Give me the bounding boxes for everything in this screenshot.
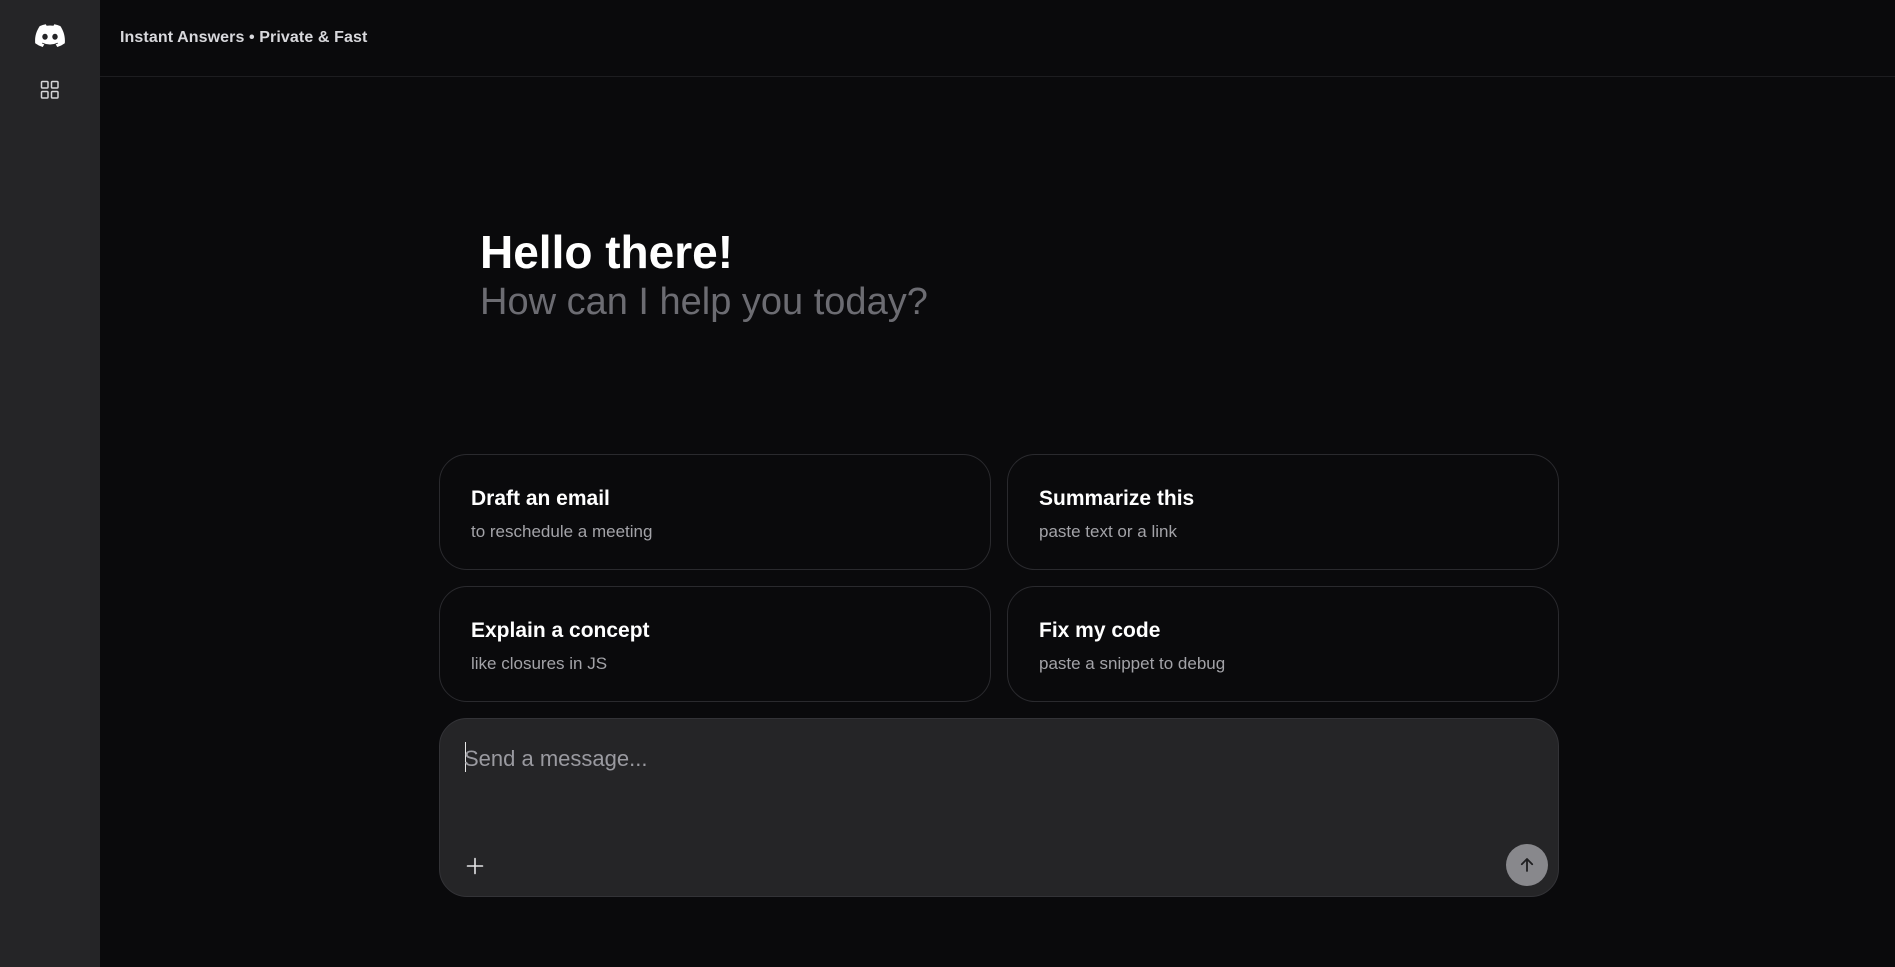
suggestion-card-explain-concept[interactable]: Explain a concept like closures in JS xyxy=(439,586,991,702)
top-header: Instant Answers • Private & Fast xyxy=(100,0,1895,77)
greeting-title: Hello there! xyxy=(480,226,734,278)
app-window: Instant Answers • Private & Fast Hello t… xyxy=(0,0,1895,967)
suggestion-cards: Draft an email to reschedule a meeting S… xyxy=(439,454,1559,702)
suggestion-subtitle: to reschedule a meeting xyxy=(471,522,653,541)
header-title: Instant Answers • Private & Fast xyxy=(120,29,368,46)
message-input[interactable] xyxy=(464,739,1524,779)
apps-grid-icon[interactable] xyxy=(38,78,62,102)
send-button[interactable] xyxy=(1506,844,1548,886)
suggestion-title: Summarize this xyxy=(1039,487,1195,510)
suggestion-title: Draft an email xyxy=(471,487,610,510)
sidebar xyxy=(0,0,100,967)
suggestion-subtitle: paste a snippet to debug xyxy=(1039,654,1226,673)
attach-button[interactable] xyxy=(460,851,490,881)
suggestion-title: Explain a concept xyxy=(471,619,650,642)
suggestion-card-summarize[interactable]: Summarize this paste text or a link xyxy=(1007,454,1559,570)
suggestion-card-draft-email[interactable]: Draft an email to reschedule a meeting xyxy=(439,454,991,570)
suggestion-title: Fix my code xyxy=(1039,619,1161,642)
plus-icon xyxy=(466,857,484,875)
greeting-subtitle: How can I help you today? xyxy=(480,281,928,323)
discord-logo-icon[interactable] xyxy=(33,20,67,52)
message-composer xyxy=(439,718,1559,897)
greeting: Hello there! How can I help you today? xyxy=(480,224,928,324)
suggestion-card-fix-code[interactable]: Fix my code paste a snippet to debug xyxy=(1007,586,1559,702)
suggestion-subtitle: like closures in JS xyxy=(471,654,608,673)
suggestion-subtitle: paste text or a link xyxy=(1039,522,1177,541)
arrow-up-icon xyxy=(1520,858,1534,872)
